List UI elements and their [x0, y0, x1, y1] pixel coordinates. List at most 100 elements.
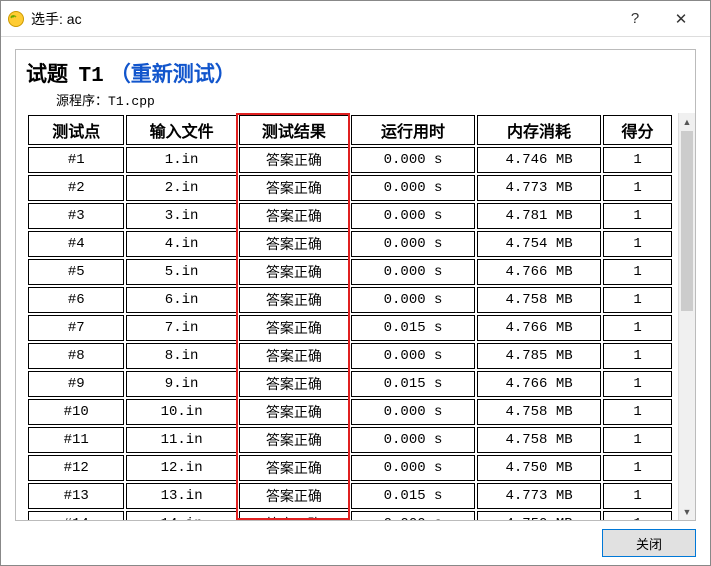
cell-rt: 0.000 s — [351, 147, 475, 173]
window-close-button[interactable]: ✕ — [658, 5, 704, 33]
cell-in: 2.in — [126, 175, 236, 201]
col-result: 测试结果 — [239, 115, 349, 145]
cell-res: 答案正确 — [239, 371, 349, 397]
cell-sc: 1 — [603, 427, 672, 453]
cell-in: 6.in — [126, 287, 236, 313]
cell-in: 4.in — [126, 231, 236, 257]
scroll-thumb[interactable] — [681, 131, 693, 311]
cell-tp: #4 — [28, 231, 124, 257]
cell-mem: 4.758 MB — [477, 287, 601, 313]
cell-rt: 0.000 s — [351, 259, 475, 285]
cell-tp: #12 — [28, 455, 124, 481]
cell-in: 3.in — [126, 203, 236, 229]
cell-rt: 0.015 s — [351, 483, 475, 509]
cell-sc: 1 — [603, 343, 672, 369]
vertical-scrollbar[interactable]: ▲ ▼ — [678, 113, 695, 520]
cell-tp: #13 — [28, 483, 124, 509]
cell-tp: #14 — [28, 511, 124, 520]
cell-tp: #7 — [28, 315, 124, 341]
cell-res: 答案正确 — [239, 203, 349, 229]
table-row: #66.in答案正确0.000 s4.758 MB1 — [28, 287, 672, 313]
table-row: #22.in答案正确0.000 s4.773 MB1 — [28, 175, 672, 201]
cell-tp: #11 — [28, 427, 124, 453]
col-input-file: 输入文件 — [126, 115, 236, 145]
cell-sc: 1 — [603, 399, 672, 425]
cell-in: 13.in — [126, 483, 236, 509]
table-viewport: 测试点 输入文件 测试结果 运行用时 内存消耗 得分 #11.in答案正确0.0… — [16, 113, 678, 520]
cell-in: 8.in — [126, 343, 236, 369]
cell-mem: 4.758 MB — [477, 427, 601, 453]
cell-res: 答案正确 — [239, 175, 349, 201]
cell-tp: #1 — [28, 147, 124, 173]
cell-res: 答案正确 — [239, 427, 349, 453]
col-test-point: 测试点 — [28, 115, 124, 145]
cell-in: 5.in — [126, 259, 236, 285]
cell-in: 10.in — [126, 399, 236, 425]
cell-tp: #8 — [28, 343, 124, 369]
cell-res: 答案正确 — [239, 315, 349, 341]
cell-res: 答案正确 — [239, 511, 349, 520]
cell-tp: #3 — [28, 203, 124, 229]
source-file: T1.cpp — [108, 94, 155, 109]
scroll-up-arrow[interactable]: ▲ — [679, 113, 695, 130]
cell-res: 答案正确 — [239, 455, 349, 481]
cell-mem: 4.750 MB — [477, 455, 601, 481]
cell-mem: 4.750 MB — [477, 511, 601, 520]
cell-rt: 0.000 s — [351, 455, 475, 481]
cell-mem: 4.766 MB — [477, 371, 601, 397]
cell-tp: #6 — [28, 287, 124, 313]
cell-rt: 0.000 s — [351, 231, 475, 257]
cell-res: 答案正确 — [239, 483, 349, 509]
cell-rt: 0.000 s — [351, 343, 475, 369]
cell-res: 答案正确 — [239, 343, 349, 369]
cell-mem: 4.773 MB — [477, 483, 601, 509]
heading-label: 试题 — [26, 62, 68, 86]
table-row: #1212.in答案正确0.000 s4.750 MB1 — [28, 455, 672, 481]
table-row: #33.in答案正确0.000 s4.781 MB1 — [28, 203, 672, 229]
cell-tp: #10 — [28, 399, 124, 425]
table-row: #11.in答案正确0.000 s4.746 MB1 — [28, 147, 672, 173]
source-row: 源程序：T1.cpp — [16, 90, 695, 113]
cell-mem: 4.781 MB — [477, 203, 601, 229]
cell-mem: 4.773 MB — [477, 175, 601, 201]
cell-sc: 1 — [603, 371, 672, 397]
cell-res: 答案正确 — [239, 147, 349, 173]
results-panel: 试题 T1 （重新测试） 源程序：T1.cpp 测试点 — [15, 49, 696, 521]
table-row: #1111.in答案正确0.000 s4.758 MB1 — [28, 427, 672, 453]
cell-res: 答案正确 — [239, 287, 349, 313]
table-row: #88.in答案正确0.000 s4.785 MB1 — [28, 343, 672, 369]
cell-sc: 1 — [603, 231, 672, 257]
cell-rt: 0.000 s — [351, 175, 475, 201]
dialog-content: 试题 T1 （重新测试） 源程序：T1.cpp 测试点 — [1, 37, 710, 565]
problem-heading: 试题 T1 （重新测试） — [16, 50, 695, 90]
cell-sc: 1 — [603, 455, 672, 481]
results-table: 测试点 输入文件 测试结果 运行用时 内存消耗 得分 #11.in答案正确0.0… — [26, 113, 674, 520]
cell-sc: 1 — [603, 315, 672, 341]
cell-rt: 0.000 s — [351, 511, 475, 520]
table-row: #77.in答案正确0.015 s4.766 MB1 — [28, 315, 672, 341]
cell-sc: 1 — [603, 203, 672, 229]
table-row: #99.in答案正确0.015 s4.766 MB1 — [28, 371, 672, 397]
cell-sc: 1 — [603, 483, 672, 509]
table-row: #1414.in答案正确0.000 s4.750 MB1 — [28, 511, 672, 520]
cell-rt: 0.000 s — [351, 399, 475, 425]
cell-mem: 4.785 MB — [477, 343, 601, 369]
cell-sc: 1 — [603, 287, 672, 313]
cell-res: 答案正确 — [239, 259, 349, 285]
retest-link[interactable]: （重新测试） — [110, 58, 236, 88]
scroll-down-arrow[interactable]: ▼ — [679, 503, 695, 520]
close-button[interactable]: 关闭 — [602, 529, 696, 557]
cell-sc: 1 — [603, 147, 672, 173]
table-row: #1010.in答案正确0.000 s4.758 MB1 — [28, 399, 672, 425]
cell-tp: #5 — [28, 259, 124, 285]
help-button[interactable]: ? — [612, 5, 658, 33]
cell-sc: 1 — [603, 259, 672, 285]
dialog-footer: 关闭 — [15, 521, 696, 557]
cell-rt: 0.000 s — [351, 427, 475, 453]
cell-mem: 4.766 MB — [477, 315, 601, 341]
table-row: #44.in答案正确0.000 s4.754 MB1 — [28, 231, 672, 257]
app-icon — [7, 10, 25, 28]
cell-rt: 0.000 s — [351, 203, 475, 229]
window-title: 选手: ac — [31, 9, 612, 29]
cell-mem: 4.746 MB — [477, 147, 601, 173]
